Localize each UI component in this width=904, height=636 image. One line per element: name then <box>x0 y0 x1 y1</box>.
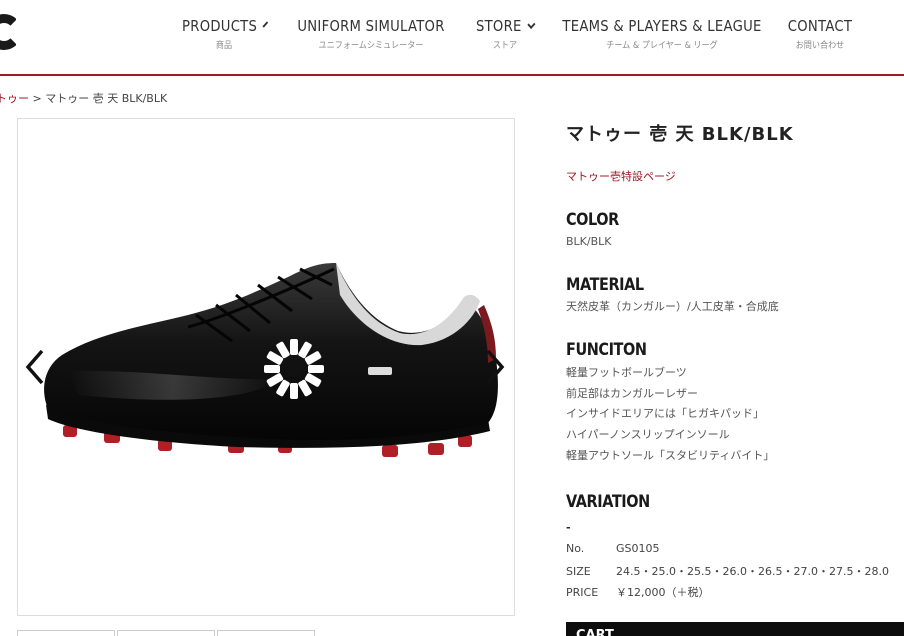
breadcrumb-current: マトゥー 壱 天 BLK/BLK <box>45 92 168 105</box>
nav-contact[interactable]: CONTACT お問い合わせ <box>782 17 858 51</box>
nav-store[interactable]: STORE ストア <box>472 17 538 51</box>
spec-value: 24.5・25.0・25.5・26.0・26.5・27.0・27.5・28.0 <box>616 565 889 578</box>
material-heading: MATERIAL <box>566 275 644 295</box>
product-info: マトゥー 壱 天 BLK/BLK マトゥー壱特設ページ COLOR BLK/BL… <box>566 120 904 599</box>
chevron-down-icon <box>262 20 268 28</box>
nav-teams-sub: チーム & プレイヤー & リーグ <box>606 41 718 51</box>
function-line: 前足部はカンガルーレザー <box>566 387 698 400</box>
nav-contact-sub: お問い合わせ <box>795 41 845 51</box>
product-image <box>44 263 498 457</box>
variation-value: - <box>566 521 571 534</box>
thumbnail-strip <box>17 630 317 636</box>
spec-row-size: SIZE 24.5・25.0・25.5・26.0・26.5・27.0・27.5・2… <box>566 563 889 579</box>
brand-logo-icon[interactable] <box>0 14 16 54</box>
nav-teams-players-league[interactable]: TEAMS & PLAYERS & LEAGUE チーム & プレイヤー & リ… <box>562 17 762 51</box>
thumbnail[interactable] <box>217 630 315 636</box>
product-image-gallery <box>17 118 515 616</box>
breadcrumb-link[interactable]: トゥー <box>0 92 29 105</box>
boot-badge <box>368 367 392 375</box>
nav-store-sub: ストア <box>492 41 518 51</box>
nav-store-label: STORE <box>475 17 522 35</box>
cart-button[interactable]: CART <box>566 622 904 636</box>
product-title: マトゥー 壱 天 BLK/BLK <box>566 124 794 145</box>
chevron-left-icon[interactable] <box>24 349 46 385</box>
nav-uniform-label: UNIFORM SIMULATOR <box>297 17 445 35</box>
spec-value: ￥12,000（＋税） <box>616 586 710 599</box>
spec-key: No. <box>566 542 585 555</box>
nav-teams-label: TEAMS & PLAYERS & LEAGUE <box>562 17 762 35</box>
thumbnail[interactable] <box>17 630 115 636</box>
breadcrumb: トゥー > マトゥー 壱 天 BLK/BLK <box>0 90 167 106</box>
nav-contact-label: CONTACT <box>787 17 853 35</box>
spec-row-number: No. GS0105 <box>566 542 660 555</box>
function-line: 軽量フットボールブーツ <box>566 366 687 379</box>
function-line: 軽量アウトソール「スタビリティバイト」 <box>566 449 775 462</box>
color-value: BLK/BLK <box>566 235 612 248</box>
thumbnail[interactable] <box>117 630 215 636</box>
function-heading: FUNCITON <box>566 340 647 360</box>
site-header: PRODUCTS 商品 UNIFORM SIMULATOR ユニフォームシミュレ… <box>0 0 904 76</box>
variation-heading: VARIATION <box>566 492 650 512</box>
breadcrumb-separator: > <box>32 92 42 105</box>
spec-key: PRICE <box>566 586 599 599</box>
spec-key: SIZE <box>566 565 591 578</box>
special-page-link[interactable]: マトゥー壱特設ページ <box>566 168 676 184</box>
material-value: 天然皮革（カンガルー）/人工皮革・合成底 <box>566 300 779 313</box>
function-line: インサイドエリアには「ヒガキパッド」 <box>566 407 764 420</box>
nav-products-sub: 商品 <box>215 41 233 51</box>
function-line: ハイパーノンスリップインソール <box>566 428 730 441</box>
chevron-down-icon <box>527 19 536 29</box>
nav-uniform-simulator[interactable]: UNIFORM SIMULATOR ユニフォームシミュレーター <box>297 17 445 51</box>
color-heading: COLOR <box>566 210 619 230</box>
nav-products[interactable]: PRODUCTS 商品 <box>178 17 270 51</box>
nav-products-label: PRODUCTS <box>182 17 258 35</box>
spec-value: GS0105 <box>616 542 660 555</box>
chevron-right-icon[interactable] <box>484 349 506 385</box>
spec-row-price: PRICE ￥12,000（＋税） <box>566 584 710 600</box>
nav-uniform-sub: ユニフォームシミュレーター <box>318 41 424 51</box>
